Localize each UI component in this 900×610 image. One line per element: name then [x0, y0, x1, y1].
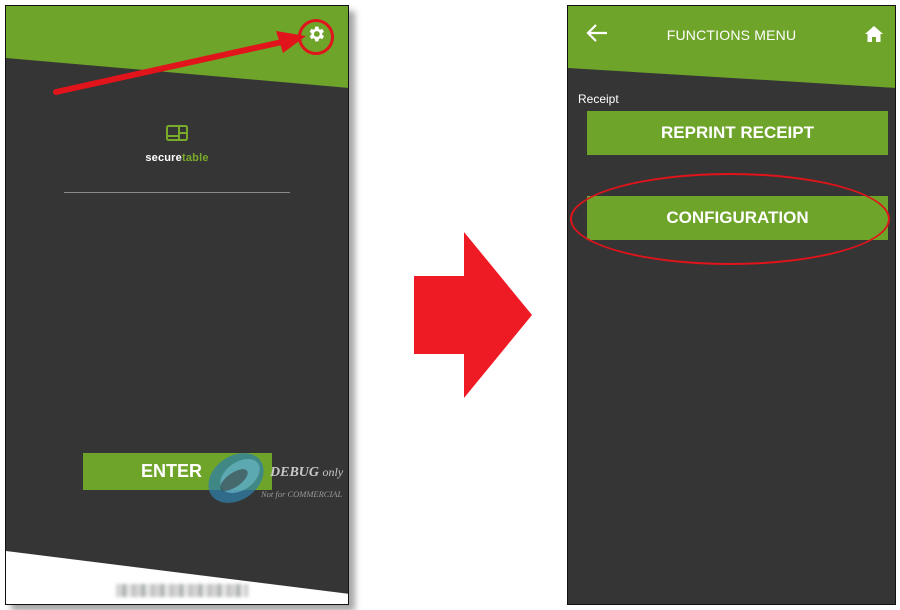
reprint-receipt-button[interactable]: REPRINT RECEIPT [587, 111, 888, 155]
big-right-arrow-icon [414, 232, 532, 398]
section-label-receipt: Receipt [578, 92, 619, 106]
page-title: FUNCTIONS MENU [666, 27, 797, 43]
functions-menu-screen: FUNCTIONS MENU Receipt REPRINT RECEIPT C… [567, 5, 896, 605]
home-icon[interactable] [864, 25, 884, 43]
configuration-highlight-ellipse [570, 173, 890, 265]
